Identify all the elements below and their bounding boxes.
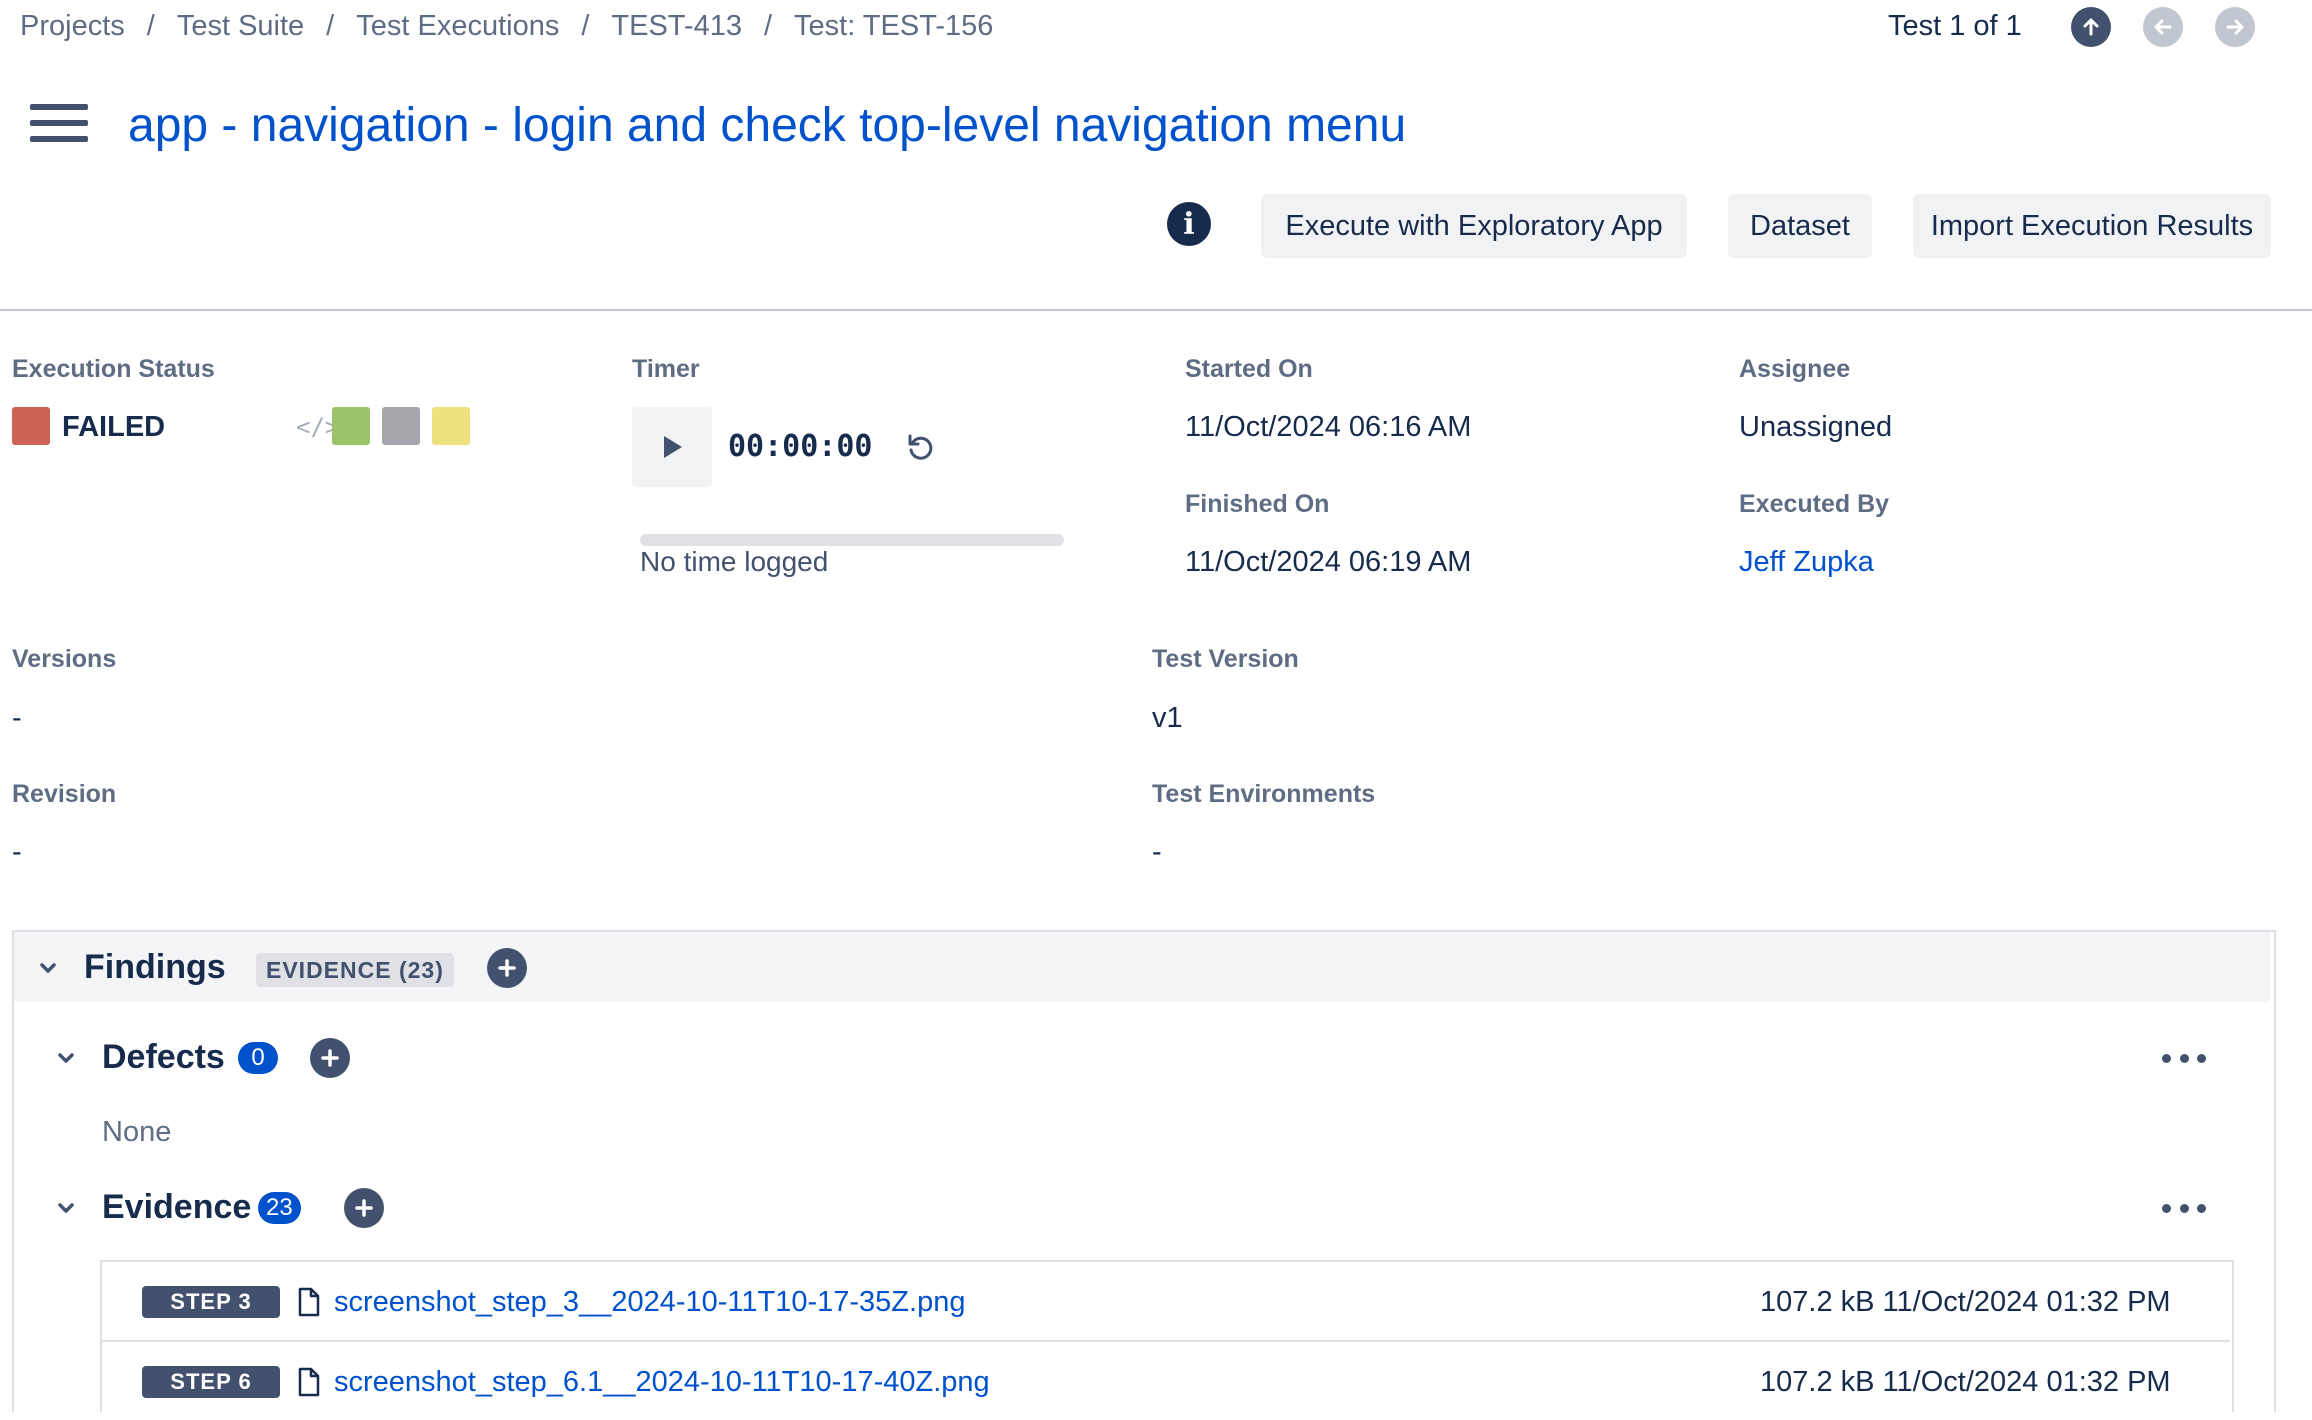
test-pager-label: Test 1 of 1	[1888, 10, 2022, 42]
status-value[interactable]: FAILED	[62, 411, 165, 444]
findings-title: Findings	[84, 948, 226, 986]
evidence-file-link[interactable]: screenshot_step_6.1__2024-10-11T10-17-40…	[334, 1366, 990, 1399]
status-todo-button[interactable]	[382, 407, 420, 445]
breadcrumb-test-execution-key[interactable]: TEST-413	[611, 10, 742, 43]
time-progress-bar	[640, 534, 1064, 546]
finished-on-value: 11/Oct/2024 06:19 AM	[1185, 546, 1472, 578]
breadcrumb-test-suite[interactable]: Test Suite	[177, 10, 304, 43]
execute-exploratory-button[interactable]: Execute with Exploratory App	[1261, 194, 1687, 258]
test-environments-label: Test Environments	[1152, 780, 1376, 808]
chevron-down-icon[interactable]	[51, 1043, 81, 1073]
chevron-down-icon[interactable]	[51, 1193, 81, 1223]
finished-on-label: Finished On	[1185, 490, 1330, 518]
status-executing-button[interactable]	[432, 407, 470, 445]
file-icon	[296, 1287, 322, 1317]
versions-value: -	[12, 702, 22, 734]
evidence-count: 23	[258, 1192, 301, 1224]
page-title: app - navigation - login and check top-l…	[128, 99, 1407, 152]
breadcrumb-separator: /	[763, 10, 773, 42]
evidence-file-link[interactable]: screenshot_step_3__2024-10-11T10-17-35Z.…	[334, 1286, 965, 1319]
status-passed-button[interactable]	[332, 407, 370, 445]
defects-more-icon[interactable]	[2162, 1048, 2206, 1068]
arrow-right-icon[interactable]	[2215, 7, 2255, 47]
evidence-more-icon[interactable]	[2162, 1198, 2206, 1218]
status-color-swatch	[12, 407, 50, 445]
breadcrumb-separator: /	[326, 10, 335, 42]
breadcrumb-test-executions[interactable]: Test Executions	[356, 10, 559, 43]
time-logged-text: No time logged	[640, 546, 829, 577]
test-environments-value: -	[1152, 836, 1162, 868]
evidence-meta: 107.2 kB 11/Oct/2024 01:32 PM	[1760, 1366, 2171, 1399]
evidence-meta: 107.2 kB 11/Oct/2024 01:32 PM	[1760, 1286, 2171, 1319]
evidence-title: Evidence	[102, 1188, 252, 1226]
menu-icon[interactable]	[30, 104, 88, 148]
revision-label: Revision	[12, 780, 117, 808]
defects-count-badge: 0	[238, 1042, 278, 1074]
dataset-button[interactable]: Dataset	[1728, 194, 1872, 258]
timer-label: Timer	[632, 355, 700, 383]
info-icon[interactable]: i	[1167, 202, 1211, 246]
test-version-label: Test Version	[1152, 645, 1299, 673]
file-date: 11/Oct/2024 01:32 PM	[1882, 1286, 2171, 1318]
add-finding-button[interactable]	[487, 948, 527, 988]
executed-by-label: Executed By	[1739, 490, 1890, 518]
reset-icon[interactable]	[900, 428, 940, 468]
test-version-value: v1	[1152, 702, 1183, 734]
file-size: 107.2 kB	[1760, 1366, 1875, 1398]
assignee-label: Assignee	[1739, 355, 1851, 383]
import-results-button[interactable]: Import Execution Results	[1913, 194, 2271, 258]
breadcrumb-projects[interactable]: Projects	[20, 10, 125, 43]
step-badge: STEP 6	[142, 1366, 280, 1398]
file-date: 11/Oct/2024 01:32 PM	[1882, 1366, 2171, 1398]
versions-label: Versions	[12, 645, 117, 673]
breadcrumb-separator: /	[581, 10, 590, 42]
chevron-down-icon[interactable]	[33, 953, 63, 983]
execution-status-label: Execution Status	[12, 355, 215, 383]
step-badge: STEP 3	[142, 1286, 280, 1318]
timer-display: 00:00:00	[728, 429, 873, 464]
started-on-value: 11/Oct/2024 06:16 AM	[1185, 411, 1472, 443]
breadcrumb: Projects / Test Suite / Test Executions …	[20, 10, 993, 43]
started-on-label: Started On	[1185, 355, 1313, 383]
breadcrumb-separator: /	[146, 10, 155, 42]
play-icon[interactable]	[632, 407, 712, 487]
arrow-up-icon[interactable]	[2071, 7, 2111, 47]
file-icon	[296, 1367, 322, 1397]
assignee-value[interactable]: Unassigned	[1739, 411, 1892, 444]
add-defect-button[interactable]	[310, 1038, 350, 1078]
breadcrumb-test-key[interactable]: Test: TEST-156	[794, 10, 993, 43]
file-size: 107.2 kB	[1760, 1286, 1875, 1318]
revision-value: -	[12, 836, 22, 868]
defects-title: Defects	[102, 1038, 225, 1076]
executed-by-link[interactable]: Jeff Zupka	[1739, 546, 1874, 579]
divider	[0, 309, 2312, 311]
arrow-left-icon[interactable]	[2143, 7, 2183, 47]
add-evidence-button[interactable]	[344, 1188, 384, 1228]
evidence-count-badge: EVIDENCE (23)	[256, 953, 454, 987]
defects-empty-text: None	[102, 1116, 172, 1148]
